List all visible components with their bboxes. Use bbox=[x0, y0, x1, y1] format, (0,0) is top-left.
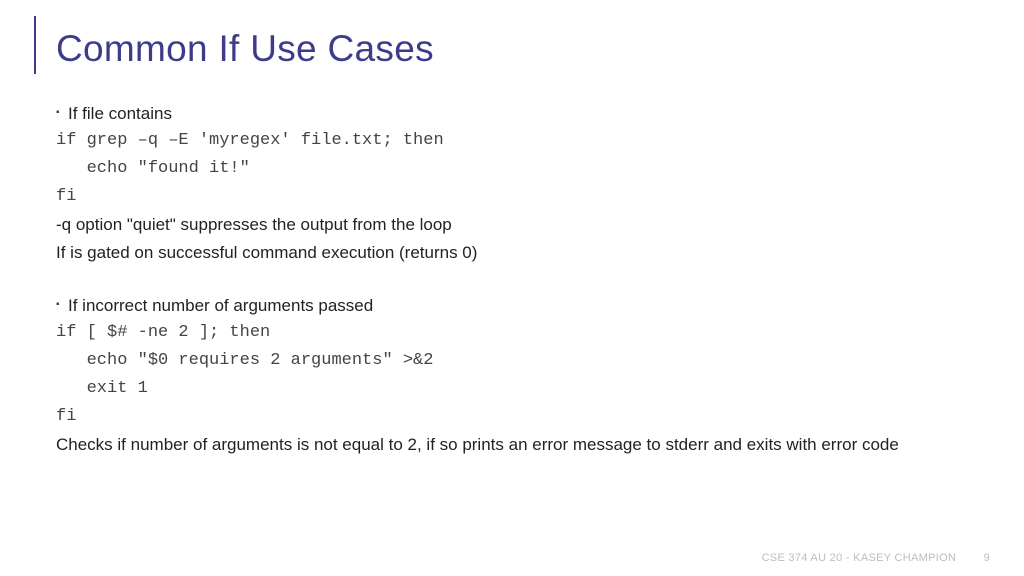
note-text: If is gated on successful command execut… bbox=[56, 239, 969, 266]
slide-title: Common If Use Cases bbox=[56, 28, 969, 70]
title-accent-bar bbox=[34, 16, 36, 74]
bullet-item: If incorrect number of arguments passed bbox=[56, 292, 969, 319]
spacer bbox=[56, 266, 969, 292]
code-block: if [ $# -ne 2 ]; then echo "$0 requires … bbox=[56, 319, 969, 431]
note-text: -q option "quiet" suppresses the output … bbox=[56, 211, 969, 238]
note-text: Checks if number of arguments is not equ… bbox=[56, 431, 969, 458]
footer-text: CSE 374 AU 20 - KASEY CHAMPION bbox=[762, 552, 957, 564]
slide-content: If file contains if grep –q –E 'myregex'… bbox=[56, 100, 969, 458]
page-number: 9 bbox=[984, 552, 990, 564]
bullet-item: If file contains bbox=[56, 100, 969, 127]
slide: Common If Use Cases If file contains if … bbox=[0, 0, 1024, 576]
code-block: if grep –q –E 'myregex' file.txt; then e… bbox=[56, 127, 969, 211]
slide-footer: CSE 374 AU 20 - KASEY CHAMPION 9 bbox=[762, 552, 990, 564]
